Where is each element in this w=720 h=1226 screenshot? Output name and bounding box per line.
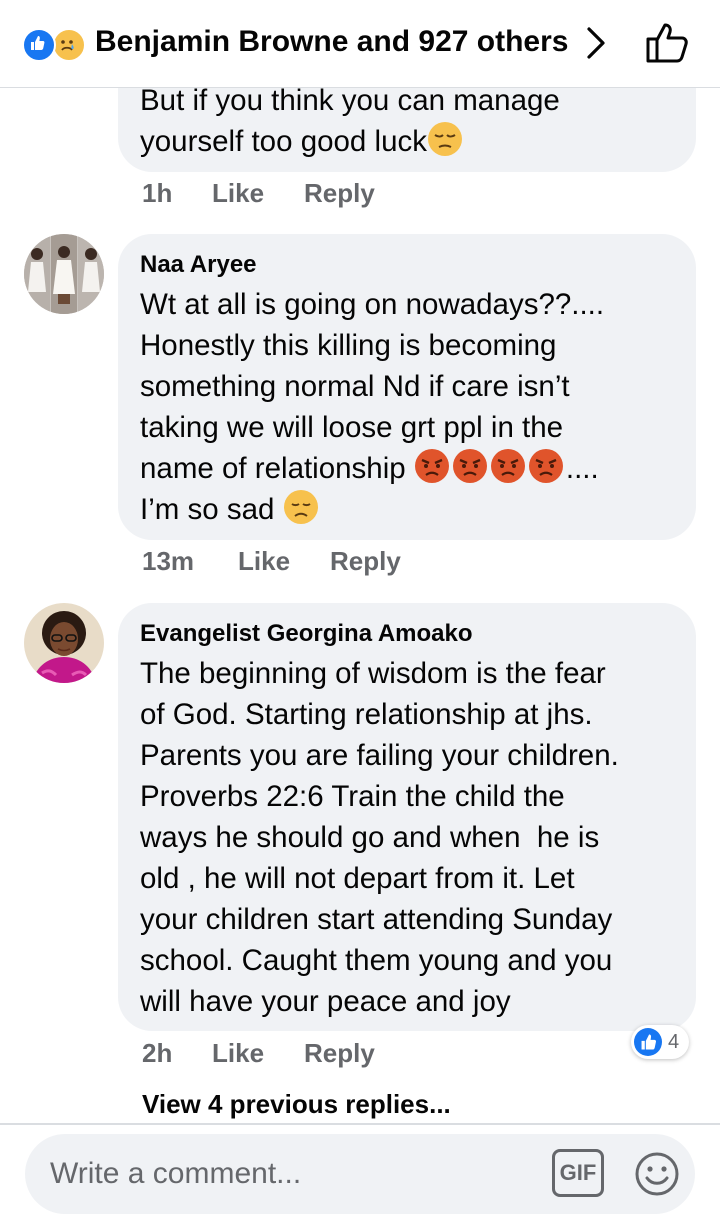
comment-author[interactable]: Naa Aryee: [140, 250, 674, 280]
angry-face-icon: [490, 449, 525, 483]
like-button[interactable]: Like: [212, 1038, 264, 1068]
like-button[interactable]: Like: [238, 546, 290, 576]
reply-button[interactable]: Reply: [330, 546, 401, 576]
comment-time: 2h: [142, 1038, 173, 1068]
comment-composer[interactable]: GIF: [25, 1134, 695, 1214]
reaction-count: 4: [668, 1031, 680, 1053]
like-reaction-icon: [22, 28, 56, 62]
emoji-picker-icon[interactable]: [633, 1150, 681, 1198]
reactors-summary[interactable]: Benjamin Browne and 927 others: [95, 24, 568, 60]
reactions-header[interactable]: Benjamin Browne and 927 others: [0, 0, 720, 88]
chevron-right-icon[interactable]: [584, 26, 608, 60]
comment-input[interactable]: [50, 1154, 520, 1194]
comment-time: 1h: [142, 178, 173, 208]
comment-author[interactable]: Evangelist Georgina Amoako: [140, 619, 674, 649]
like-reaction-icon: [634, 1028, 662, 1056]
reply-button[interactable]: Reply: [304, 1038, 375, 1068]
avatar[interactable]: [24, 234, 104, 314]
thumbs-up-outline-icon[interactable]: [645, 20, 691, 64]
comment-time: 13m: [142, 546, 195, 576]
comment-bubble[interactable]: Evangelist Georgina Amoako The beginning…: [118, 603, 696, 1031]
view-previous-replies-link[interactable]: View 4 previous replies...: [142, 1088, 451, 1120]
angry-face-icon: [414, 449, 449, 483]
disappointed-face-icon: [283, 490, 318, 524]
sad-reaction-icon: [52, 28, 86, 62]
comment-text: Wt at all is going on nowadays??.... Hon…: [140, 288, 605, 526]
reaction-count-badge[interactable]: 4: [631, 1025, 689, 1059]
like-button[interactable]: Like: [212, 178, 264, 208]
comment-bubble[interactable]: Naa Aryee Wt at all is going on nowadays…: [118, 234, 696, 540]
comment-text: The beginning of wisdom is the fear of G…: [140, 657, 619, 1018]
avatar[interactable]: [24, 603, 104, 683]
gif-button[interactable]: GIF: [552, 1149, 604, 1197]
angry-face-icon: [452, 449, 487, 483]
comment-text: But if you think you can manage yourself…: [140, 84, 560, 158]
reply-button[interactable]: Reply: [304, 178, 375, 208]
angry-face-icon: [528, 449, 563, 483]
pensive-face-icon: [427, 122, 462, 156]
